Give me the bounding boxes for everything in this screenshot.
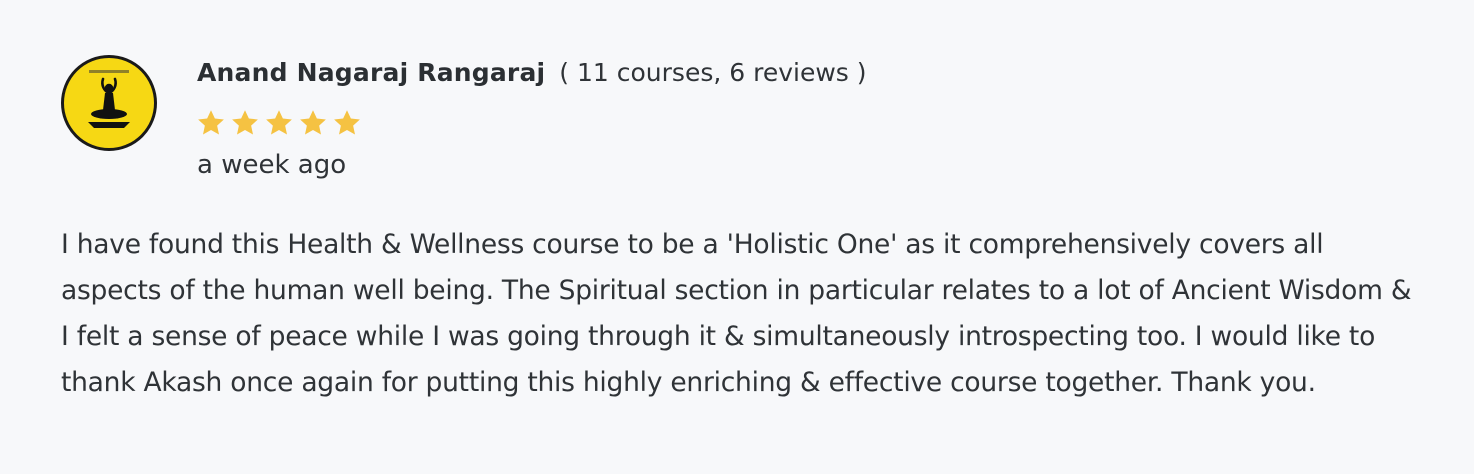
star-icon (232, 110, 258, 135)
star-icon (266, 110, 292, 135)
star-icon (334, 110, 360, 135)
meditation-icon (88, 70, 130, 128)
review-header: Anand Nagaraj Rangaraj ( 11 courses, 6 re… (197, 58, 867, 87)
star-icon (300, 110, 326, 135)
review-text: I have found this Health & Wellness cour… (61, 229, 1412, 398)
review-card: Anand Nagaraj Rangaraj ( 11 courses, 6 re… (0, 0, 1474, 474)
star-icon (198, 110, 224, 135)
review-date: a week ago (197, 150, 347, 180)
author-name[interactable]: Anand Nagaraj Rangaraj (197, 58, 545, 87)
star-rating (196, 108, 362, 138)
author-meta: ( 11 courses, 6 reviews ) (559, 58, 867, 87)
avatar[interactable] (61, 55, 157, 151)
